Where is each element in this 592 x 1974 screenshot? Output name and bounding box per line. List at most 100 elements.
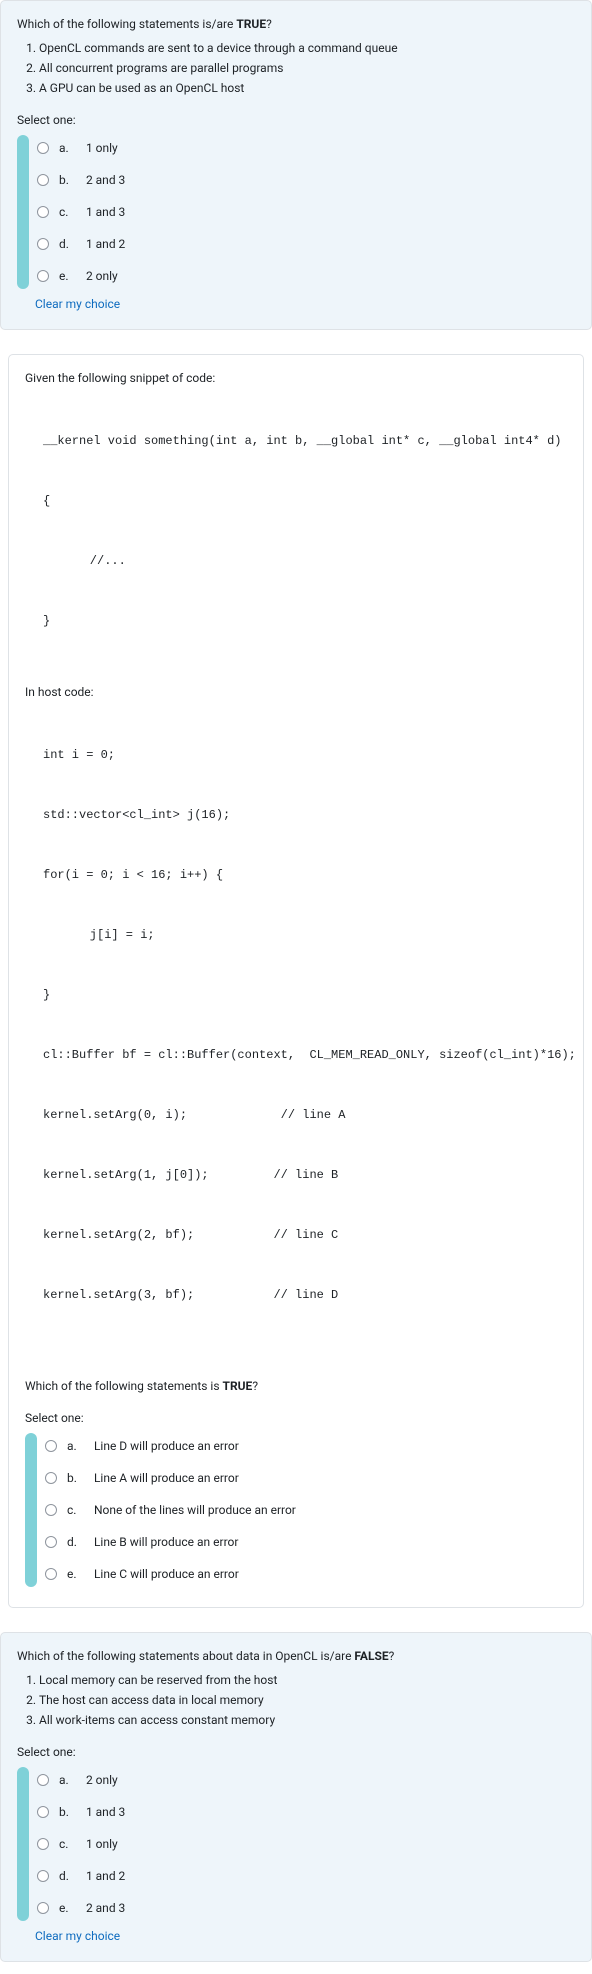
prompt-prefix: Which of the following statements about … bbox=[17, 1649, 354, 1663]
radio-icon[interactable] bbox=[45, 1568, 57, 1580]
code-line: for(i = 0; i < 16; i++) { bbox=[25, 863, 567, 887]
prompt-suffix: ? bbox=[266, 17, 272, 31]
answer-option-b[interactable]: b. 1 and 3 bbox=[17, 1799, 575, 1825]
radio-icon[interactable] bbox=[37, 1774, 49, 1786]
statement-3: All work-items can access constant memor… bbox=[39, 1711, 575, 1729]
answer-option-d[interactable]: d. 1 and 2 bbox=[17, 1863, 575, 1889]
clear-my-choice-link[interactable]: Clear my choice bbox=[35, 295, 575, 313]
radio-icon[interactable] bbox=[37, 206, 49, 218]
answer-option-c[interactable]: c. None of the lines will produce an err… bbox=[25, 1497, 567, 1523]
statements-list: Local memory can be reserved from the ho… bbox=[17, 1671, 575, 1729]
radio-icon[interactable] bbox=[37, 1806, 49, 1818]
answer-label: e. Line C will produce an error bbox=[67, 1565, 239, 1583]
answer-label: d. 1 and 2 bbox=[59, 1867, 125, 1885]
answer-label: b. 1 and 3 bbox=[59, 1803, 125, 1821]
statement-1: Local memory can be reserved from the ho… bbox=[39, 1671, 575, 1689]
question-card-1: Which of the following statements is/are… bbox=[0, 0, 592, 330]
gap bbox=[0, 342, 592, 354]
answer-option-a[interactable]: a. 2 only bbox=[17, 1767, 575, 1793]
code-line: //... bbox=[25, 549, 567, 573]
code-line: cl::Buffer bf = cl::Buffer(context, CL_M… bbox=[25, 1043, 567, 1067]
code-line: kernel.setArg(0, i); // line A bbox=[25, 1103, 567, 1127]
answers-block: a. 1 only b. 2 and 3 c. 1 and 3 d. 1 and… bbox=[17, 135, 575, 289]
answer-option-b[interactable]: b. Line A will produce an error bbox=[25, 1465, 567, 1491]
prompt-bold: FALSE bbox=[354, 1649, 388, 1663]
statement-2: The host can access data in local memory bbox=[39, 1691, 575, 1709]
answer-label: a. Line D will produce an error bbox=[67, 1437, 239, 1455]
radio-icon[interactable] bbox=[37, 174, 49, 186]
host-code-label: In host code: bbox=[25, 683, 567, 701]
answer-label: b. Line A will produce an error bbox=[67, 1469, 239, 1487]
answer-option-c[interactable]: c. 1 and 3 bbox=[17, 199, 575, 225]
gap bbox=[25, 1357, 567, 1377]
gap bbox=[0, 1620, 592, 1632]
code-line: kernel.setArg(1, j[0]); // line B bbox=[25, 1163, 567, 1187]
answer-label: d. 1 and 2 bbox=[59, 235, 125, 253]
host-code-block: int i = 0; std::vector<cl_int> j(16); fo… bbox=[25, 707, 567, 1343]
answers-block: a. 2 only b. 1 and 3 c. 1 only d. 1 and … bbox=[17, 1767, 575, 1921]
code-line: { bbox=[25, 489, 567, 513]
answer-option-b[interactable]: b. 2 and 3 bbox=[17, 167, 575, 193]
radio-icon[interactable] bbox=[37, 270, 49, 282]
answer-label: c. 1 and 3 bbox=[59, 203, 125, 221]
answer-label: a. 2 only bbox=[59, 1771, 118, 1789]
select-one-label: Select one: bbox=[17, 1743, 575, 1761]
prompt-prefix: Which of the following statements is bbox=[25, 1379, 223, 1393]
prompt-suffix: ? bbox=[389, 1649, 395, 1663]
answer-option-e[interactable]: e. 2 and 3 bbox=[17, 1895, 575, 1921]
code-line: kernel.setArg(3, bf); // line D bbox=[25, 1283, 567, 1307]
answer-label: e. 2 only bbox=[59, 267, 118, 285]
question-card-2: Given the following snippet of code: __k… bbox=[8, 354, 584, 1608]
answer-option-e[interactable]: e. Line C will produce an error bbox=[25, 1561, 567, 1587]
answers-block: a. Line D will produce an error b. Line … bbox=[25, 1433, 567, 1587]
answer-label: c. 1 only bbox=[59, 1835, 118, 1853]
answer-label: b. 2 and 3 bbox=[59, 171, 125, 189]
radio-icon[interactable] bbox=[37, 238, 49, 250]
question-body: Given the following snippet of code: __k… bbox=[9, 355, 583, 1607]
select-one-label: Select one: bbox=[17, 111, 575, 129]
question-body: Which of the following statements about … bbox=[1, 1633, 591, 1961]
radio-icon[interactable] bbox=[45, 1440, 57, 1452]
statements-list: OpenCL commands are sent to a device thr… bbox=[17, 39, 575, 97]
answer-option-a[interactable]: a. Line D will produce an error bbox=[25, 1433, 567, 1459]
statement-3: A GPU can be used as an OpenCL host bbox=[39, 79, 575, 97]
radio-icon[interactable] bbox=[45, 1536, 57, 1548]
code-line: std::vector<cl_int> j(16); bbox=[25, 803, 567, 827]
radio-icon[interactable] bbox=[37, 1838, 49, 1850]
answer-highlight-bar bbox=[17, 1767, 29, 1921]
radio-icon[interactable] bbox=[37, 142, 49, 154]
radio-icon[interactable] bbox=[37, 1870, 49, 1882]
answer-option-c[interactable]: c. 1 only bbox=[17, 1831, 575, 1857]
answer-highlight-bar bbox=[17, 135, 29, 289]
kernel-code-block: __kernel void something(int a, int b, __… bbox=[25, 393, 567, 669]
code-line: kernel.setArg(2, bf); // line C bbox=[25, 1223, 567, 1247]
answer-option-a[interactable]: a. 1 only bbox=[17, 135, 575, 161]
answer-label: c. None of the lines will produce an err… bbox=[67, 1501, 296, 1519]
prompt-prefix: Which of the following statements is/are bbox=[17, 17, 236, 31]
code-line: } bbox=[25, 609, 567, 633]
radio-icon[interactable] bbox=[37, 1902, 49, 1914]
question-intro: Given the following snippet of code: bbox=[25, 369, 567, 387]
question-prompt: Which of the following statements is TRU… bbox=[25, 1377, 567, 1395]
question-prompt: Which of the following statements about … bbox=[17, 1647, 575, 1729]
prompt-bold: TRUE bbox=[236, 17, 266, 31]
prompt-bold: TRUE bbox=[223, 1379, 253, 1393]
answer-label: e. 2 and 3 bbox=[59, 1899, 125, 1917]
clear-my-choice-link[interactable]: Clear my choice bbox=[35, 1927, 575, 1945]
code-line: j[i] = i; bbox=[25, 923, 567, 947]
question-body: Which of the following statements is/are… bbox=[1, 1, 591, 329]
radio-icon[interactable] bbox=[45, 1472, 57, 1484]
answer-highlight-bar bbox=[25, 1433, 37, 1587]
answer-option-e[interactable]: e. 2 only bbox=[17, 263, 575, 289]
code-line: } bbox=[25, 983, 567, 1007]
answer-option-d[interactable]: d. Line B will produce an error bbox=[25, 1529, 567, 1555]
prompt-suffix: ? bbox=[252, 1379, 258, 1393]
answer-label: d. Line B will produce an error bbox=[67, 1533, 238, 1551]
radio-icon[interactable] bbox=[45, 1504, 57, 1516]
statement-1: OpenCL commands are sent to a device thr… bbox=[39, 39, 575, 57]
question-card-3: Which of the following statements about … bbox=[0, 1632, 592, 1962]
answer-option-d[interactable]: d. 1 and 2 bbox=[17, 231, 575, 257]
answer-label: a. 1 only bbox=[59, 139, 118, 157]
question-prompt: Which of the following statements is/are… bbox=[17, 15, 575, 97]
code-line: __kernel void something(int a, int b, __… bbox=[25, 429, 567, 453]
